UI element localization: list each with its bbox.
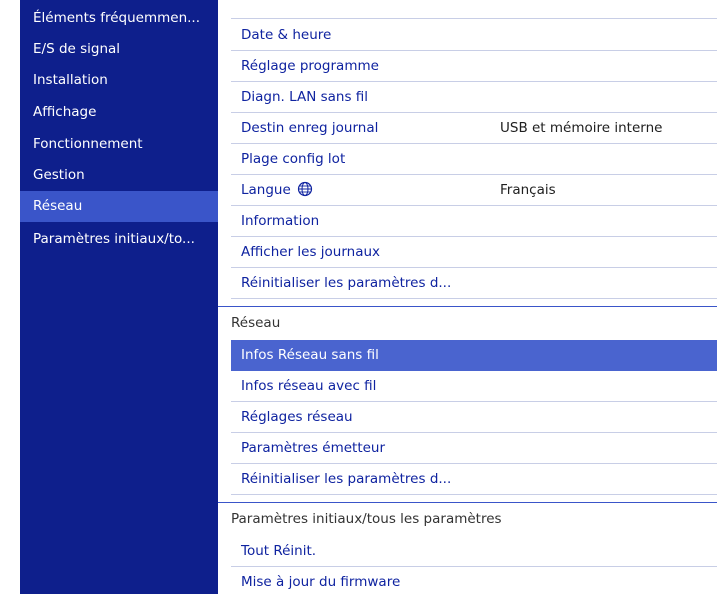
menu-item-label: Réinitialiser les paramètres d... <box>241 275 452 291</box>
sidebar-item-initial-settings[interactable]: Paramètres initiaux/to... <box>20 224 218 255</box>
menu-item-label: Mise à jour du firmware <box>241 574 401 590</box>
settings-window: Éléments fréquemmen... E/S de signal Ins… <box>20 0 717 594</box>
sidebar: Éléments fréquemmen... E/S de signal Ins… <box>20 0 218 594</box>
menu-item-schedule[interactable]: Réglage programme <box>231 51 717 82</box>
globe-icon <box>297 181 312 196</box>
menu-item-reset-settings[interactable]: Réinitialiser les paramètres d... <box>231 268 717 299</box>
menu-item-label: Infos Réseau sans fil <box>241 347 379 363</box>
menu-item-label: Date & heure <box>241 27 332 43</box>
menu-item-wlan-diagnostics[interactable]: Diagn. LAN sans fil <box>231 82 717 113</box>
menu-item-label: Paramètres émetteur <box>241 440 386 456</box>
menu-item-label: Réinitialiser les paramètres d... <box>241 471 452 487</box>
menu-item-reset-all[interactable]: Tout Réinit. <box>231 536 717 567</box>
sidebar-item-management[interactable]: Gestion <box>20 160 218 191</box>
menu-item-value: USB et mémoire interne <box>500 120 663 136</box>
menu-item-label: Information <box>241 213 320 229</box>
menu-item-language[interactable]: Langue Français <box>231 175 717 206</box>
menu-item-label: Tout Réinit. <box>241 543 317 559</box>
menu-item-firmware-update[interactable]: Mise à jour du firmware <box>231 567 717 598</box>
sidebar-item-installation[interactable]: Installation <box>20 65 218 96</box>
menu-item-label: Réglages réseau <box>241 409 353 425</box>
menu-item-label: Langue <box>241 182 291 198</box>
menu-item-log-destination[interactable]: Destin enreg journal USB et mémoire inte… <box>231 113 717 144</box>
menu-item-show-logs[interactable]: Afficher les journaux <box>231 237 717 268</box>
divider <box>231 18 717 19</box>
menu-item-wireless-network-info[interactable]: Infos Réseau sans fil <box>231 340 717 371</box>
menu-item-label: Diagn. LAN sans fil <box>241 89 369 105</box>
menu-item-label: Destin enreg journal <box>241 120 379 136</box>
menu-item-label: Réglage programme <box>241 58 379 74</box>
menu-item-reset-network-settings[interactable]: Réinitialiser les paramètres d... <box>231 464 717 495</box>
sidebar-item-display[interactable]: Affichage <box>20 97 218 128</box>
menu-item-label: Afficher les journaux <box>241 244 381 260</box>
sidebar-item-frequent[interactable]: Éléments fréquemmen... <box>20 3 218 34</box>
sidebar-item-signal-io[interactable]: E/S de signal <box>20 34 218 65</box>
sidebar-item-network[interactable]: Réseau <box>20 191 218 222</box>
menu-item-network-settings[interactable]: Réglages réseau <box>231 402 717 433</box>
menu-item-transmitter-settings[interactable]: Paramètres émetteur <box>231 433 717 464</box>
menu-item-batch-setup[interactable]: Plage config lot <box>231 144 717 175</box>
sidebar-item-operation[interactable]: Fonctionnement <box>20 129 218 160</box>
menu-item-date-time[interactable]: Date & heure <box>231 20 717 51</box>
group-header-network: Réseau <box>218 306 717 338</box>
menu-item-information[interactable]: Information <box>231 206 717 237</box>
menu-item-value: Français <box>500 182 556 198</box>
menu-item-wired-network-info[interactable]: Infos réseau avec fil <box>231 371 717 402</box>
menu-item-label: Plage config lot <box>241 151 346 167</box>
menu-item-label: Infos réseau avec fil <box>241 378 377 394</box>
menu-panel: Date & heure Réglage programme Diagn. LA… <box>218 0 717 594</box>
group-header-initial-settings: Paramètres initiaux/tous les paramètres <box>218 502 717 534</box>
